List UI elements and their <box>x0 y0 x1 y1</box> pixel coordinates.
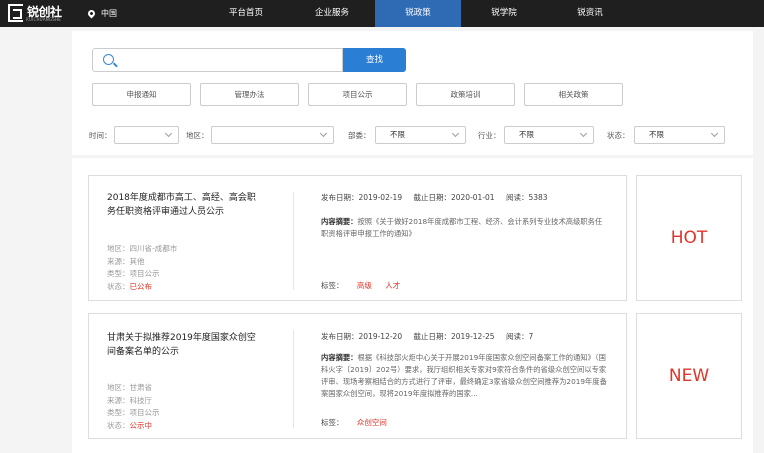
brand-logo[interactable]: 锐创社 RUICHUANGSHE <box>8 4 66 22</box>
result-summary: 内容摘要：根据《科技部火炬中心关于开展2019年度国家众创空间备案工作的通知》（… <box>321 353 607 398</box>
policy-result-card[interactable]: 2018年度成都市高工、高经、高会职务任职资格评审通过人员公示 地区：四川省-成… <box>88 175 627 301</box>
read-count: 7 <box>528 332 534 341</box>
result-meta: 地区：四川省-成都市 来源：其他 类型：项目公示 状态：已公布 <box>107 244 178 291</box>
result-region: 四川省-成都市 <box>129 244 178 253</box>
new-badge: NEW <box>668 366 710 386</box>
result-title[interactable]: 2018年度成都市高工、高经、高会职务任职资格评审通过人员公示 <box>107 191 262 219</box>
deadline-date: 2019-12-25 <box>450 332 495 341</box>
category-related-policy[interactable]: 相关政策 <box>524 83 623 106</box>
result-status: 已公布 <box>129 281 153 291</box>
result-tags: 标签： 高级 人才 <box>321 281 401 290</box>
divider <box>293 330 294 428</box>
publish-date: 2019-02-19 <box>358 193 403 202</box>
result-tags: 标签： 众创空间 <box>321 418 387 427</box>
publish-date: 2019-12-20 <box>358 332 403 341</box>
location-pin-icon <box>86 8 97 19</box>
category-policy-training[interactable]: 政策培训 <box>416 83 515 106</box>
result-status: 公示中 <box>129 420 153 430</box>
category-apply-notice[interactable]: 申报通知 <box>92 83 191 106</box>
result-dates: 发布日期：2019-12-20 截止日期：2019-12-25 阅读：7 <box>321 332 534 341</box>
deadline-date: 2020-01-01 <box>450 193 495 202</box>
time-select[interactable] <box>114 126 179 144</box>
chevron-down-icon <box>579 129 588 138</box>
result-type: 项目公示 <box>129 408 160 417</box>
dept-select[interactable]: 不限 <box>375 126 466 144</box>
chevron-down-icon <box>451 129 460 138</box>
read-count: 5383 <box>528 193 548 202</box>
top-nav-bar: 锐创社 RUICHUANGSHE 中国 平台首页 企业服务 锐政策 锐学院 锐资… <box>0 0 764 27</box>
status-filter-label: 状态： <box>607 131 630 140</box>
region-select[interactable] <box>211 126 334 144</box>
nav-policy[interactable]: 锐政策 <box>375 0 461 27</box>
result-title[interactable]: 甘肃关于拟推荐2019年度国家众创空间备案名单的公示 <box>107 331 262 359</box>
chevron-down-icon <box>710 129 719 138</box>
result-meta: 地区：甘肃省 来源：科技厅 类型：项目公示 状态：公示中 <box>107 383 160 430</box>
result-source: 其他 <box>129 256 145 266</box>
filter-panel: 查找 申报通知 管理办法 项目公示 政策培训 相关政策 时间： 地区： 部委： … <box>72 31 753 155</box>
region-filter-label: 地区： <box>186 131 209 140</box>
nav-academy[interactable]: 锐学院 <box>461 0 547 27</box>
time-filter-label: 时间： <box>89 131 112 140</box>
policy-result-card[interactable]: 甘肃关于拟推荐2019年度国家众创空间备案名单的公示 地区：甘肃省 来源：科技厅… <box>88 313 627 439</box>
result-region: 甘肃省 <box>129 383 153 392</box>
status-select[interactable]: 不限 <box>634 126 725 144</box>
new-badge-panel: NEW <box>636 313 742 439</box>
tag-link[interactable]: 高级 <box>357 281 372 290</box>
brand-subtitle: RUICHUANGSHE <box>26 17 61 22</box>
tag-link[interactable]: 人才 <box>385 281 400 290</box>
nav-enterprise-services[interactable]: 企业服务 <box>289 0 375 27</box>
category-project-publicity[interactable]: 项目公示 <box>308 83 407 106</box>
result-summary: 内容摘要：按照《关于做好2018年度成都市工程、经济、会计系列专业技术高级职务任… <box>321 217 603 238</box>
result-type: 项目公示 <box>129 269 160 278</box>
location-selector[interactable]: 中国 <box>86 8 117 19</box>
result-dates: 发布日期：2019-02-19 截止日期：2020-01-01 阅读：5383 <box>321 193 548 202</box>
logo-mark-icon <box>8 4 23 22</box>
results-list: 2018年度成都市高工、高经、高会职务任职资格评审通过人员公示 地区：四川省-成… <box>72 158 753 453</box>
search-input[interactable] <box>92 48 343 72</box>
location-label: 中国 <box>101 9 117 18</box>
hot-badge-panel: HOT <box>636 175 742 301</box>
industry-filter-label: 行业： <box>478 131 501 140</box>
dept-filter-label: 部委： <box>348 131 371 140</box>
nav-news[interactable]: 锐资讯 <box>547 0 633 27</box>
category-regulations[interactable]: 管理办法 <box>200 83 299 106</box>
nav-home[interactable]: 平台首页 <box>203 0 289 27</box>
chevron-down-icon <box>164 129 173 138</box>
industry-select[interactable]: 不限 <box>504 126 594 144</box>
result-source: 科技厅 <box>129 395 153 405</box>
search-button[interactable]: 查找 <box>343 48 406 72</box>
tag-link[interactable]: 众创空间 <box>357 418 387 427</box>
hot-badge: HOT <box>670 228 708 248</box>
divider <box>293 192 294 290</box>
chevron-down-icon <box>319 129 328 138</box>
search-icon <box>103 54 114 65</box>
